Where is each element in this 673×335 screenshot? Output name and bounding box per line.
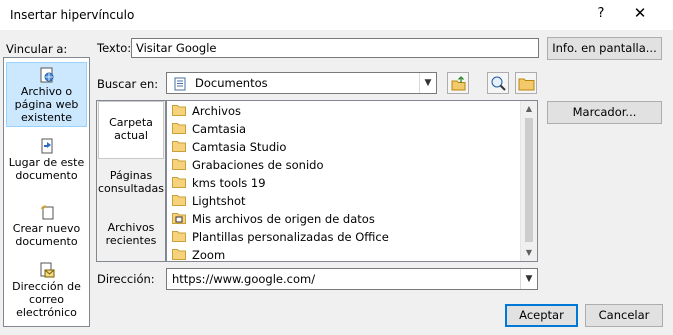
list-item[interactable]: Plantillas personalizadas de Office <box>172 228 512 246</box>
file-name: Zoom <box>192 248 226 262</box>
list-item[interactable]: Camtasia Studio <box>172 138 512 156</box>
link-to-place-in-document-label: Lugar de este documento <box>8 156 85 182</box>
file-name: Plantillas personalizadas de Office <box>192 230 389 244</box>
chevron-down-icon[interactable]: ▼ <box>520 269 537 289</box>
look-in-dropdown[interactable]: Documentos ▼ <box>166 72 437 94</box>
file-name: Archivos <box>192 104 241 118</box>
data-source-folder-icon <box>172 213 186 224</box>
email-icon <box>40 262 54 278</box>
folder-icon <box>172 249 186 260</box>
scroll-thumb[interactable] <box>525 118 533 242</box>
folder-icon <box>172 231 186 242</box>
folder-icon <box>172 141 186 152</box>
list-item[interactable]: Lightshot <box>172 192 512 210</box>
dialog-title: Insertar hipervínculo <box>10 8 135 22</box>
up-one-folder-button[interactable] <box>447 72 469 94</box>
link-to-existing-file[interactable]: Archivo o página web existente <box>6 62 87 127</box>
cancel-button[interactable]: Cancelar <box>585 304 663 327</box>
link-to-new-document-label: Crear nuevo documento <box>12 222 81 248</box>
documents-icon <box>174 77 186 91</box>
folder-icon <box>172 123 186 134</box>
link-to-email-address-label: Dirección de correo electrónico <box>12 280 81 319</box>
address-value: https://www.google.com/ <box>172 272 316 286</box>
list-item[interactable]: Grabaciones de sonido <box>172 156 512 174</box>
screentip-button[interactable]: Info. en pantalla... <box>547 37 662 60</box>
browse-file-icon <box>518 78 535 91</box>
chevron-down-icon[interactable]: ▼ <box>419 73 436 93</box>
close-button[interactable]: ✕ <box>630 4 650 22</box>
display-text-input[interactable]: Visitar Google <box>131 38 539 58</box>
help-button[interactable]: ? <box>591 6 611 21</box>
browse-file-button[interactable] <box>515 72 537 94</box>
file-list[interactable]: ▲ ▼ Archivos Camtasia Camtasia Studio Graba… <box>166 100 538 262</box>
link-to-email-address[interactable]: Dirección de correo electrónico <box>6 260 87 322</box>
link-to-label: Vincular a: <box>6 42 68 56</box>
folder-icon <box>172 195 186 206</box>
list-item[interactable]: Mis archivos de origen de datos <box>172 210 512 228</box>
document-place-icon <box>41 138 52 154</box>
web-page-icon <box>40 67 53 83</box>
scroll-down-icon[interactable]: ▼ <box>521 245 537 261</box>
folder-icon <box>172 177 186 188</box>
browse-web-icon <box>491 76 506 91</box>
up-folder-icon <box>451 76 466 91</box>
file-name: Lightshot <box>192 194 246 208</box>
list-item[interactable]: Camtasia <box>172 120 512 138</box>
file-name: kms tools 19 <box>192 176 266 190</box>
places-pane: Carpeta actual Páginas consultadas Archi… <box>96 100 166 262</box>
address-input[interactable]: https://www.google.com/ ▼ <box>166 268 538 290</box>
insert-hyperlink-dialog: Insertar hipervínculo ? ✕ Vincular a: Ar… <box>0 0 673 335</box>
list-item[interactable]: Zoom <box>172 246 512 262</box>
folder-icon <box>172 105 186 116</box>
folder-icon <box>172 159 186 170</box>
file-name: Grabaciones de sonido <box>192 158 324 172</box>
bookmark-button[interactable]: Marcador... <box>547 101 662 124</box>
list-item[interactable]: Archivos <box>172 102 512 120</box>
place-browsed-pages[interactable]: Páginas consultadas <box>98 161 164 207</box>
new-document-icon <box>40 205 53 220</box>
text-label: Texto: <box>97 41 132 55</box>
place-current-folder[interactable]: Carpeta actual <box>98 101 164 159</box>
link-to-new-document[interactable]: Crear nuevo documento <box>6 202 87 250</box>
look-in-value: Documentos <box>195 76 268 90</box>
file-name: Camtasia <box>192 122 247 136</box>
file-name: Camtasia Studio <box>192 140 287 154</box>
browse-web-button[interactable] <box>487 72 509 94</box>
title-bar: Insertar hipervínculo ? ✕ <box>0 0 673 30</box>
scroll-up-icon[interactable]: ▲ <box>521 101 537 117</box>
address-label: Dirección: <box>97 272 155 286</box>
place-recent-files[interactable]: Archivos recientes <box>98 213 164 259</box>
file-name: Mis archivos de origen de datos <box>192 212 375 226</box>
ok-button[interactable]: Aceptar <box>505 304 578 327</box>
look-in-label: Buscar en: <box>97 77 159 91</box>
link-to-place-in-document[interactable]: Lugar de este documento <box>6 136 87 184</box>
vertical-scrollbar[interactable]: ▲ ▼ <box>520 101 537 261</box>
list-item[interactable]: kms tools 19 <box>172 174 512 192</box>
link-to-existing-file-label: Archivo o página web existente <box>14 85 79 124</box>
link-to-panel: Archivo o página web existente Lugar de … <box>3 57 90 327</box>
